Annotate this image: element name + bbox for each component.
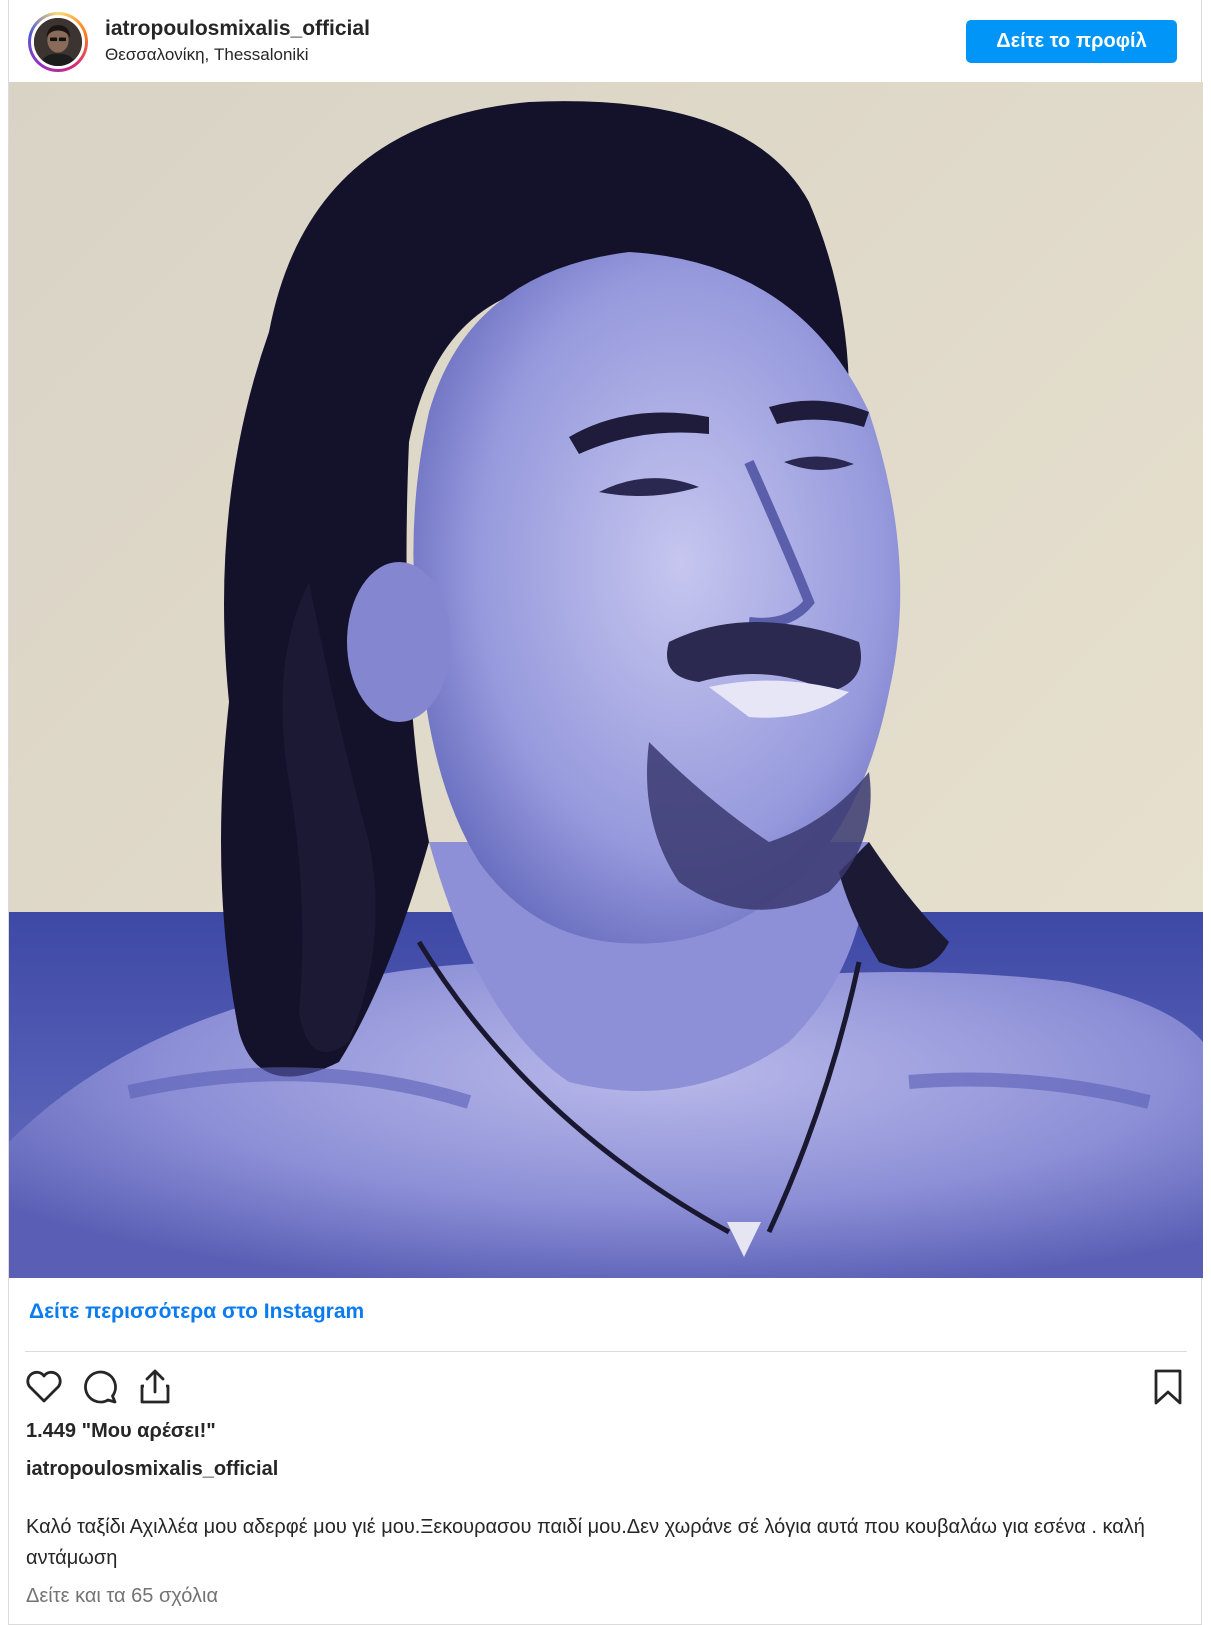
caption-text: Καλό ταξίδι Αχιλλέα μου αδερφέ μου γιέ μ… <box>26 1516 1145 1569</box>
save-button[interactable] <box>1147 1366 1189 1408</box>
share-icon <box>140 1369 170 1404</box>
caption-username[interactable]: iatropoulosmixalis_official <box>26 1458 278 1481</box>
likes-count[interactable]: 1.449 "Μου αρέσει!" <box>26 1420 216 1443</box>
avatar-image <box>34 18 82 66</box>
avatar[interactable] <box>31 15 85 69</box>
heart-icon <box>26 1370 62 1403</box>
bookmark-icon <box>1154 1369 1182 1405</box>
avatar-story-ring[interactable] <box>28 12 88 72</box>
view-profile-button[interactable]: Δείτε το προφίλ <box>966 20 1177 63</box>
like-button[interactable] <box>23 1366 65 1408</box>
username[interactable]: iatropoulosmixalis_official <box>105 17 370 41</box>
view-more-link[interactable]: Δείτε περισσότερα στο Instagram <box>29 1300 364 1324</box>
instagram-embed-card: iatropoulosmixalis_official Θεσσαλονίκη,… <box>8 0 1203 1625</box>
comment-button[interactable] <box>79 1366 121 1408</box>
post-image[interactable] <box>9 82 1203 1278</box>
post-header: iatropoulosmixalis_official Θεσσαλονίκη,… <box>9 0 1201 82</box>
post-photo <box>9 82 1203 1278</box>
divider <box>25 1351 1187 1352</box>
share-button[interactable] <box>134 1366 176 1408</box>
location[interactable]: Θεσσαλονίκη, Thessaloniki <box>105 45 308 65</box>
comment-icon <box>84 1370 117 1404</box>
view-comments-link[interactable]: Δείτε και τα 65 σχόλια <box>26 1585 218 1608</box>
